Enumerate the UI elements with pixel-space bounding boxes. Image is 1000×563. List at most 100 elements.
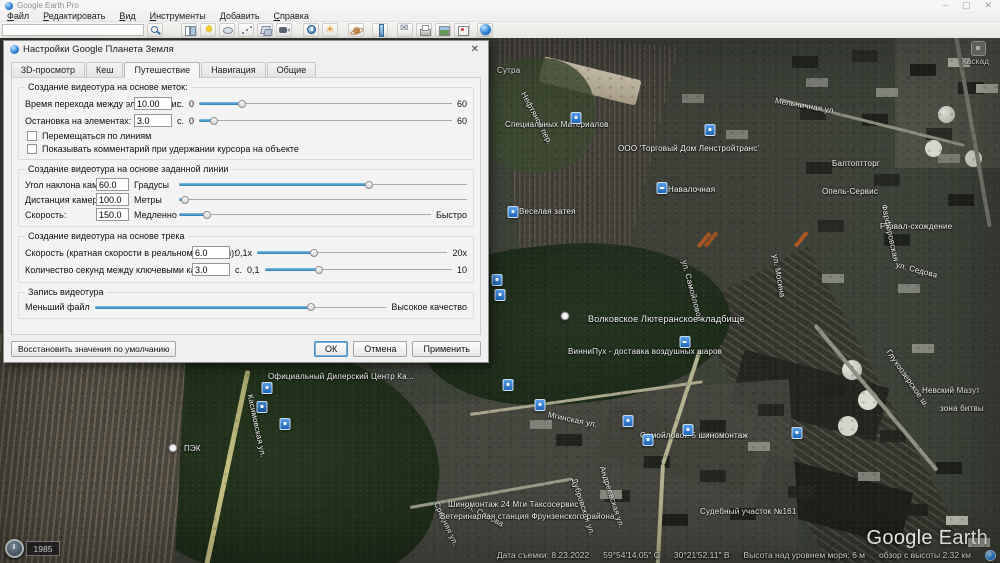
- slider[interactable]: [265, 264, 452, 276]
- navigation-toggle[interactable]: [971, 41, 986, 56]
- value-input[interactable]: [96, 178, 129, 191]
- slider-max-label: 60: [457, 116, 467, 126]
- polygon-button[interactable]: [219, 23, 235, 37]
- placemark-icon[interactable]: [571, 112, 582, 124]
- save-image-button[interactable]: [435, 23, 451, 37]
- map-label: Официальный Дилерский Центр Ка...: [268, 372, 414, 381]
- restore-defaults-button[interactable]: Восстановить значения по умолчанию: [11, 341, 176, 357]
- image-overlay-button[interactable]: [257, 23, 273, 37]
- slider[interactable]: [95, 301, 387, 313]
- placemark-icon[interactable]: [643, 434, 654, 446]
- menu-item-edit[interactable]: Редактировать: [36, 11, 112, 21]
- setting-row: Меньший файлВысокое качество: [25, 300, 467, 314]
- slider-thumb[interactable]: [181, 196, 189, 204]
- email-button[interactable]: [397, 23, 413, 37]
- poi-dot-icon[interactable]: [169, 444, 178, 453]
- menu-item-help[interactable]: Справка: [267, 11, 316, 21]
- slider-thumb[interactable]: [210, 117, 218, 125]
- tab-navigation[interactable]: Навигация: [201, 62, 265, 77]
- placemark-icon[interactable]: [262, 382, 273, 394]
- value-input[interactable]: [192, 263, 230, 276]
- map-label: Специальных Материалов: [505, 120, 609, 129]
- slider-min-label: Меньший файл: [25, 302, 90, 312]
- slider-max-label: 20x: [452, 248, 467, 258]
- menu-item-add[interactable]: Добавить: [213, 11, 267, 21]
- placemark-icon[interactable]: [705, 124, 716, 136]
- slider-thumb[interactable]: [365, 181, 373, 189]
- placemark-icon[interactable]: [623, 415, 634, 427]
- search-button[interactable]: [147, 23, 163, 37]
- tab-3d-view[interactable]: 3D-просмотр: [11, 62, 85, 77]
- status-bar: Дата съемки: 8.23.2022 59°54'14.05" С 30…: [0, 549, 996, 561]
- sidebar-toggle-button[interactable]: [181, 23, 197, 37]
- menu-item-tools[interactable]: Инструменты: [143, 11, 213, 21]
- slider-thumb[interactable]: [203, 211, 211, 219]
- placemark-icon[interactable]: [257, 401, 268, 413]
- maximize-button[interactable]: ▢: [962, 1, 971, 10]
- tab-general[interactable]: Общие: [267, 62, 317, 77]
- ruler-button[interactable]: [372, 23, 388, 37]
- checkbox-label: Перемещаться по линиям: [42, 131, 151, 141]
- placemark-icon[interactable]: [535, 399, 546, 411]
- slider[interactable]: [179, 179, 467, 191]
- status-imagery-date: Дата съемки: 8.23.2022: [497, 550, 589, 560]
- map-label: ООО 'Торговый Дом Ленстройтранс': [618, 144, 759, 153]
- search-input[interactable]: [2, 24, 144, 36]
- ok-button[interactable]: ОК: [314, 341, 348, 357]
- menu-item-file[interactable]: Файл: [0, 11, 36, 21]
- placemark-icon[interactable]: [508, 206, 519, 218]
- placemark-icon[interactable]: [683, 424, 694, 436]
- menu-item-view[interactable]: Вид: [112, 11, 142, 21]
- sunlight-button[interactable]: [322, 23, 338, 37]
- path-button[interactable]: [238, 23, 254, 37]
- poi-dot-icon[interactable]: [561, 312, 570, 321]
- minimize-button[interactable]: –: [943, 1, 948, 10]
- unit-label: Медленно: [134, 210, 174, 220]
- value-input[interactable]: [192, 246, 230, 259]
- tab-touring[interactable]: Путешествие: [124, 62, 200, 78]
- slider[interactable]: [199, 98, 452, 110]
- image-overlay-icon: [259, 24, 272, 36]
- setting-row: Дистанция камеры:Метры: [25, 192, 467, 207]
- checkbox[interactable]: [27, 144, 37, 154]
- map-label: Сутра: [497, 66, 520, 75]
- apply-button[interactable]: Применить: [412, 341, 481, 357]
- value-input[interactable]: [96, 208, 129, 221]
- earth-button[interactable]: [477, 23, 493, 37]
- slider-thumb[interactable]: [315, 266, 323, 274]
- value-input[interactable]: [96, 193, 129, 206]
- slider[interactable]: [199, 115, 452, 127]
- dialog-close-button[interactable]: ✕: [468, 44, 482, 55]
- record-tour-button[interactable]: [276, 23, 292, 37]
- value-input[interactable]: [134, 97, 172, 110]
- print-button[interactable]: [416, 23, 432, 37]
- slider-thumb[interactable]: [238, 100, 246, 108]
- status-elevation: Высота над уровнем моря: 6 м: [744, 550, 866, 560]
- value-input[interactable]: [134, 114, 172, 127]
- slider-min-label: 0,1x: [235, 248, 252, 258]
- slider[interactable]: [257, 247, 447, 259]
- slider-thumb[interactable]: [307, 303, 315, 311]
- historical-imagery-button[interactable]: [303, 23, 319, 37]
- map-label: Ветеринарная станция Фрунзенского района: [440, 512, 615, 521]
- placemark-icon[interactable]: [680, 336, 691, 348]
- window-close-button[interactable]: ✕: [984, 1, 992, 10]
- placemark-icon[interactable]: [657, 182, 668, 194]
- setting-label: Время перехода между элементами:: [25, 99, 129, 109]
- placemark-icon[interactable]: [495, 289, 506, 301]
- placemark-button[interactable]: [200, 23, 216, 37]
- checkbox[interactable]: [27, 131, 37, 141]
- placemark-icon[interactable]: [792, 427, 803, 439]
- placemark-icon[interactable]: [492, 274, 503, 286]
- cancel-button[interactable]: Отмена: [353, 341, 407, 357]
- tab-cache[interactable]: Кеш: [86, 62, 123, 77]
- planets-button[interactable]: [348, 23, 364, 37]
- slider[interactable]: [179, 209, 431, 221]
- placemark-icon[interactable]: [280, 418, 291, 430]
- toolbar-buttons: [163, 23, 493, 37]
- slider[interactable]: [179, 194, 467, 206]
- placemark-icon[interactable]: [503, 379, 514, 391]
- slider-thumb[interactable]: [310, 249, 318, 257]
- view-in-maps-button[interactable]: [454, 23, 470, 37]
- window-titlebar: Google Earth Pro – ▢ ✕: [0, 0, 1000, 11]
